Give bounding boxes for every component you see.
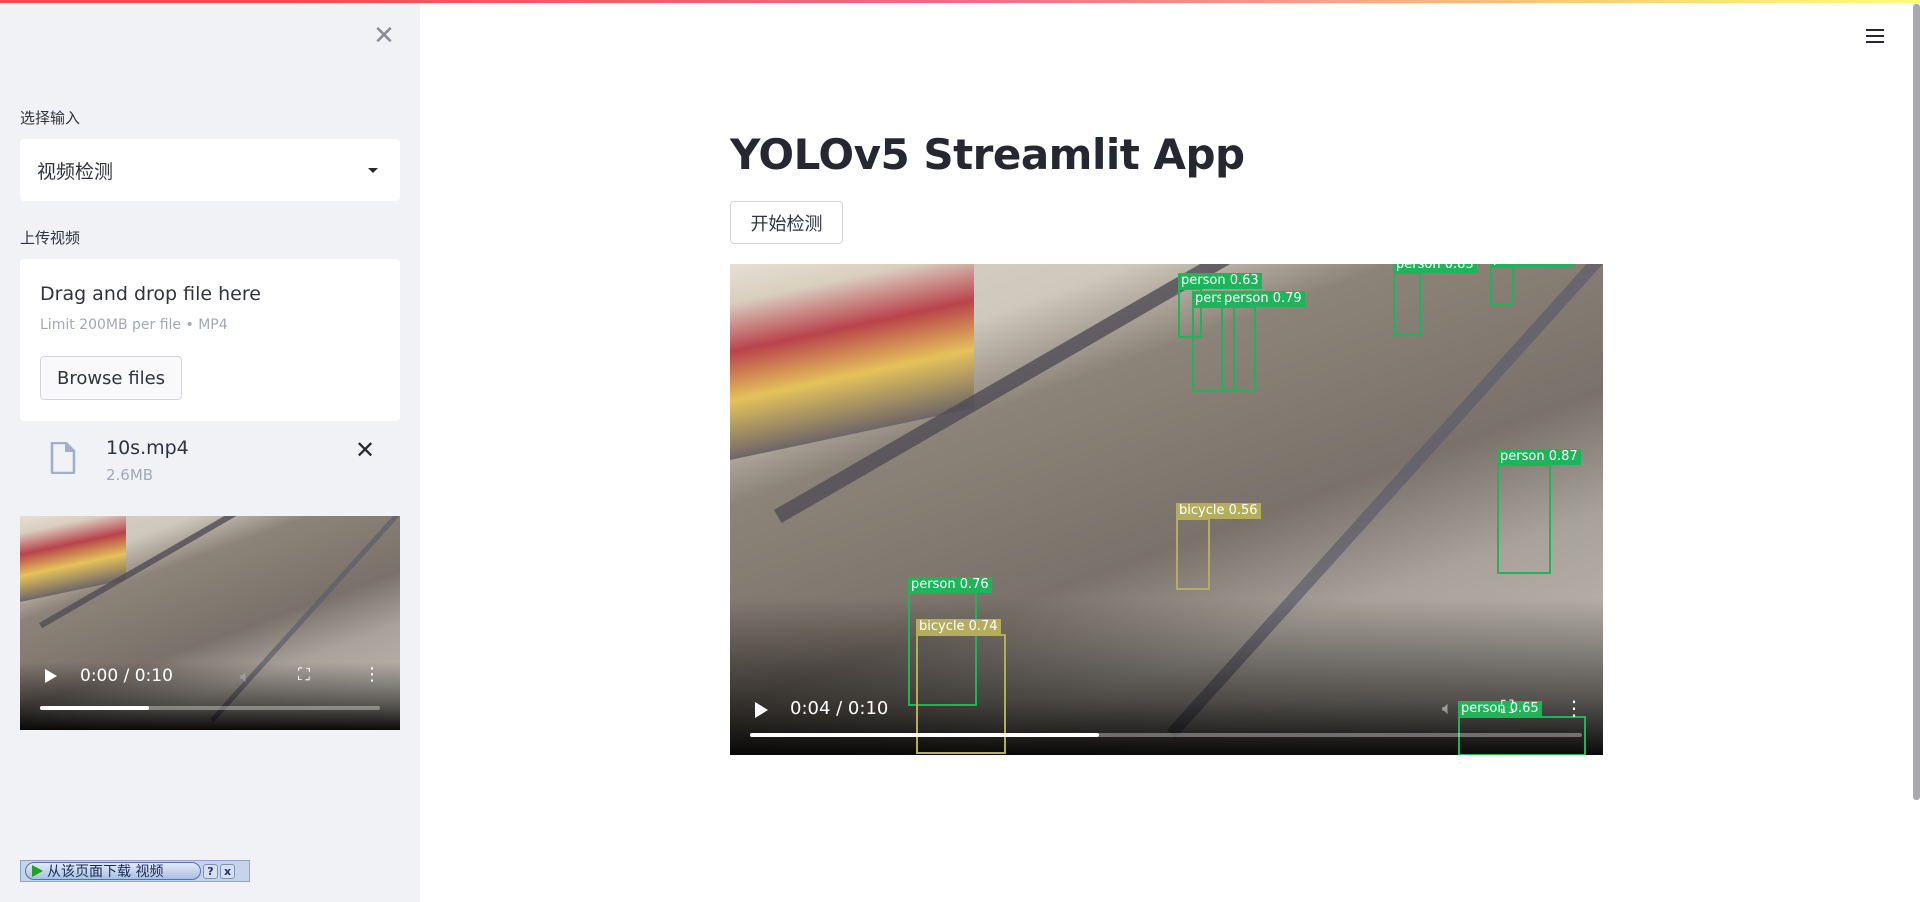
close-icon[interactable]: x	[220, 863, 235, 879]
download-video-toolbar[interactable]: 从该页面下载 视频 ? x	[20, 860, 250, 882]
person-detection-box: person 0.83	[1490, 264, 1574, 306]
file-icon	[50, 442, 76, 474]
video-controls: 0:00 / 0:10 🔈︎ ⛶ ⋮	[20, 640, 400, 730]
detection-label: bicycle 0.56	[1176, 503, 1261, 519]
help-icon[interactable]: ?	[203, 863, 218, 879]
fullscreen-icon[interactable]: ⛶	[298, 665, 310, 685]
remove-file-button[interactable]: ✕	[353, 438, 377, 462]
person-detection-box: person 0.79	[1221, 291, 1305, 392]
person-detection-box: person 0.87	[1497, 449, 1581, 574]
more-options-icon[interactable]: ⋮	[363, 664, 381, 685]
video-time: 0:00 / 0:10	[80, 666, 173, 686]
preview-video-player[interactable]: 0:00 / 0:10 🔈︎ ⛶ ⋮	[20, 516, 400, 730]
file-size: 2.6MB	[106, 466, 154, 484]
video-controls: 0:04 / 0:10 🔈︎ ⛶ ⋮	[730, 665, 1603, 755]
download-video-button[interactable]: 从该页面下载 视频	[25, 862, 201, 880]
close-icon: ✕	[354, 436, 376, 464]
detection-label: person 0.76	[908, 577, 992, 593]
progress-fill	[750, 733, 1100, 737]
close-sidebar-button[interactable]: ✕	[372, 21, 396, 51]
play-icon[interactable]	[45, 669, 57, 683]
file-dropzone[interactable]: Drag and drop file here Limit 200MB per …	[20, 259, 400, 421]
detection-video-player[interactable]: person 0.63person 0.78person 0.79person …	[730, 264, 1603, 755]
sidebar: ✕ 选择输入 视频检测 上传视频 Drag and drop file here…	[0, 0, 420, 902]
file-name: 10s.mp4	[106, 437, 189, 459]
page-scrollbar[interactable]	[1913, 4, 1920, 800]
browse-files-button[interactable]: Browse files	[40, 356, 182, 400]
detection-label: person 0.87	[1497, 449, 1581, 465]
hamburger-menu-icon[interactable]	[1866, 29, 1884, 44]
play-icon[interactable]	[755, 702, 768, 718]
video-progress-bar[interactable]	[750, 733, 1582, 737]
bicycle-detection-box: bicycle 0.56	[1176, 503, 1261, 590]
chevron-down-icon	[368, 168, 378, 173]
more-options-icon[interactable]: ⋮	[1564, 696, 1584, 720]
play-icon	[32, 865, 43, 877]
select-value: 视频检测	[37, 161, 114, 183]
start-detection-button[interactable]: 开始检测	[730, 201, 843, 244]
progress-fill	[40, 706, 149, 710]
video-time: 0:04 / 0:10	[790, 698, 889, 719]
dropzone-title: Drag and drop file here	[40, 283, 261, 305]
select-input-label: 选择输入	[20, 109, 81, 127]
volume-icon[interactable]: 🔈︎	[1442, 698, 1453, 719]
detection-label: person 0.83	[1393, 264, 1477, 273]
uploaded-file-item: 10s.mp4 2.6MB ✕	[20, 428, 400, 492]
input-type-select[interactable]: 视频检测	[20, 139, 400, 201]
detection-label: person 0.83	[1490, 264, 1574, 267]
upload-video-label: 上传视频	[20, 229, 81, 247]
close-icon: ✕	[373, 21, 395, 51]
video-progress-bar[interactable]	[40, 706, 380, 710]
person-detection-box: person 0.83	[1393, 264, 1477, 336]
detection-label: person 0.63	[1178, 273, 1262, 289]
top-decoration-bar	[0, 0, 1920, 3]
fullscreen-icon[interactable]: ⛶	[1501, 697, 1514, 718]
detection-label: person 0.79	[1221, 291, 1305, 307]
download-label: 从该页面下载 视频	[47, 864, 164, 880]
volume-icon[interactable]: 🔈︎	[240, 666, 251, 687]
detection-label: bicycle 0.74	[916, 619, 1001, 635]
page-title: YOLOv5 Streamlit App	[730, 130, 1245, 179]
dropzone-limit-text: Limit 200MB per file • MP4	[40, 317, 228, 333]
